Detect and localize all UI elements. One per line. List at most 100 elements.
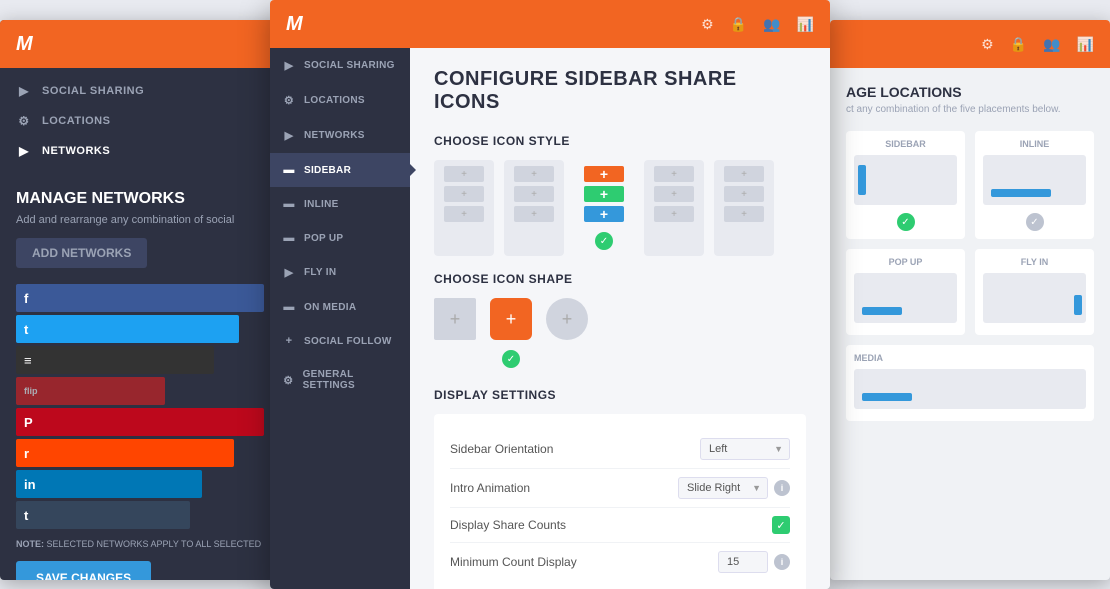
minimum-count-input[interactable]: 15 xyxy=(718,551,768,573)
icon-cell: + xyxy=(444,186,484,202)
info-icon: i xyxy=(774,554,790,570)
chevron-down-icon: ▼ xyxy=(774,444,783,454)
flyin-location: FLY IN xyxy=(975,249,1094,335)
style-selected-check: ✓ xyxy=(595,232,613,250)
icon-cell: + xyxy=(444,206,484,222)
popup-preview xyxy=(854,273,957,323)
network-facebook: f xyxy=(16,284,264,312)
icon-cell: + xyxy=(654,186,694,202)
sidebar-label: SIDEBAR xyxy=(854,139,957,149)
left-sidebar-menu: ▶ SOCIAL SHARING ⚙ LOCATIONS ▶ NETWORKS xyxy=(0,68,280,174)
nav-locations[interactable]: ⚙ LOCATIONS xyxy=(270,83,410,118)
arrow-icon: ▶ xyxy=(282,129,296,142)
icon-style-5[interactable]: + + + xyxy=(714,160,774,256)
left-panel: M ▶ SOCIAL SHARING ⚙ LOCATIONS ▶ NETWORK… xyxy=(0,20,280,580)
display-share-counts-label: Display Share Counts xyxy=(450,518,566,532)
icon-shape-section-title: CHOOSE ICON SHAPE xyxy=(434,272,806,286)
nav-networks[interactable]: ▶ NETWORKS xyxy=(270,118,410,153)
gear-icon: ⚙ xyxy=(282,94,296,107)
minimum-count-display-row: Minimum Count Display 15 i xyxy=(450,543,790,581)
network-flipboard: flip xyxy=(16,377,165,405)
sidebar-orientation-row: Sidebar Orientation Left ▼ xyxy=(450,430,790,469)
gear-icon: ⚙ xyxy=(282,374,295,387)
network-reddit: r xyxy=(16,439,234,467)
shape-square: + xyxy=(434,298,476,340)
left-panel-topbar: M xyxy=(0,20,280,68)
icon-cell: + xyxy=(724,186,764,202)
flyin-preview xyxy=(983,273,1086,323)
left-panel-subtitle: Add and rearrange any combination of soc… xyxy=(16,214,264,226)
icon-style-2[interactable]: + + + xyxy=(504,160,564,256)
gear-icon: ⚙ xyxy=(16,114,32,128)
left-menu-networks[interactable]: ▶ NETWORKS xyxy=(0,136,280,166)
nav-social-follow[interactable]: + SOCIAL FOLLOW xyxy=(270,324,410,358)
shape-rounded-box[interactable]: + ✓ xyxy=(490,298,532,368)
icon-shapes-group: + + ✓ + xyxy=(434,298,806,368)
icon-cell-blue: + xyxy=(584,206,624,222)
right-panel-subtitle: ct any combination of the five placement… xyxy=(846,104,1094,115)
flyin-icon: ▶ xyxy=(282,266,296,279)
flyin-label: FLY IN xyxy=(983,257,1086,267)
save-changes-button[interactable]: SAVE CHANGES xyxy=(16,561,151,580)
minimum-count-display-label: Minimum Count Display xyxy=(450,555,577,569)
nav-inline[interactable]: ▬ INLINE xyxy=(270,187,410,221)
left-menu-locations[interactable]: ⚙ LOCATIONS xyxy=(0,106,280,136)
media-bar xyxy=(862,393,912,401)
right-panel: ⚙ 🔒 👥 📊 AGE LOCATIONS ct any combination… xyxy=(830,20,1110,580)
media-label: MEDIA xyxy=(854,353,1086,363)
display-share-counts-checkbox[interactable]: ✓ xyxy=(772,516,790,534)
gear-icon: ⚙ xyxy=(981,36,994,53)
icon-cell-green: + xyxy=(584,186,624,202)
inline-check: ✓ xyxy=(1026,213,1044,231)
icon-cell: + xyxy=(724,166,764,182)
intro-animation-select-group: Slide Right ▼ i xyxy=(678,477,790,499)
nav-flyin[interactable]: ▶ FLY IN xyxy=(270,255,410,290)
icon-style-3-selected[interactable]: + + + ✓ xyxy=(574,160,634,256)
sidebar-orientation-select[interactable]: Left ▼ xyxy=(700,438,790,460)
intro-animation-select[interactable]: Slide Right ▼ xyxy=(678,477,768,499)
sidebar-location: SIDEBAR ✓ xyxy=(846,131,965,239)
chart-icon: 📊 xyxy=(1077,36,1094,53)
display-settings-panel: Sidebar Orientation Left ▼ Intro Animati… xyxy=(434,414,806,589)
chevron-down-icon: ▼ xyxy=(752,483,761,493)
networks-note: NOTE: Selected networks apply to all sel… xyxy=(16,539,264,549)
sidebar-orientation-label: Sidebar Orientation xyxy=(450,442,553,456)
chart-icon: 📊 xyxy=(797,16,814,33)
info-icon: i xyxy=(774,480,790,496)
icon-style-1[interactable]: + + + xyxy=(434,160,494,256)
left-panel-title: MANAGE NETWORKS xyxy=(16,190,264,208)
network-linkedin: in xyxy=(16,470,202,498)
popup-location: POP UP xyxy=(846,249,965,335)
left-menu-social-sharing[interactable]: ▶ SOCIAL SHARING xyxy=(0,76,280,106)
nav-popup[interactable]: ▬ POP UP xyxy=(270,221,410,255)
inline-preview xyxy=(983,155,1086,205)
media-section: MEDIA xyxy=(846,345,1094,421)
icon-style-4[interactable]: + + + xyxy=(644,160,704,256)
inline-label: INLINE xyxy=(983,139,1086,149)
sidebar-orientation-select-group: Left ▼ xyxy=(700,438,790,460)
shape-circle: + xyxy=(546,298,588,340)
config-area: CONFIGURE SIDEBAR SHARE ICONS CHOOSE ICO… xyxy=(410,48,830,589)
left-main-content: MANAGE NETWORKS Add and rearrange any co… xyxy=(0,174,280,580)
icon-cell: + xyxy=(654,206,694,222)
network-twitter: t xyxy=(16,315,239,343)
gear-icon: ⚙ xyxy=(701,16,714,33)
sidebar-icon: ▬ xyxy=(282,164,296,176)
plus-icon: + xyxy=(282,335,296,347)
shape-square-box[interactable]: + xyxy=(434,298,476,340)
inline-icon: ▬ xyxy=(282,198,296,210)
nav-onmedia[interactable]: ▬ ON MEDIA xyxy=(270,290,410,324)
popup-icon: ▬ xyxy=(282,232,296,244)
nav-general-settings[interactable]: ⚙ GENERAL SETTINGS xyxy=(270,358,410,402)
users-icon: 👥 xyxy=(763,16,780,33)
popup-label: POP UP xyxy=(854,257,957,267)
arrow-icon: ▶ xyxy=(282,59,296,72)
top-icons-group: ⚙ 🔒 👥 📊 xyxy=(701,16,814,33)
shape-circle-box[interactable]: + xyxy=(546,298,588,340)
add-networks-button[interactable]: ADD NETWORKS xyxy=(16,238,147,268)
middle-panel: M ⚙ 🔒 👥 📊 ▶ SOCIAL SHARING ⚙ LOCATIONS ▶… xyxy=(270,0,830,589)
nav-social-sharing[interactable]: ▶ SOCIAL SHARING xyxy=(270,48,410,83)
media-preview xyxy=(854,369,1086,409)
nav-sidebar[interactable]: ▬ SIDEBAR xyxy=(270,153,410,187)
intro-animation-row: Intro Animation Slide Right ▼ i xyxy=(450,469,790,508)
